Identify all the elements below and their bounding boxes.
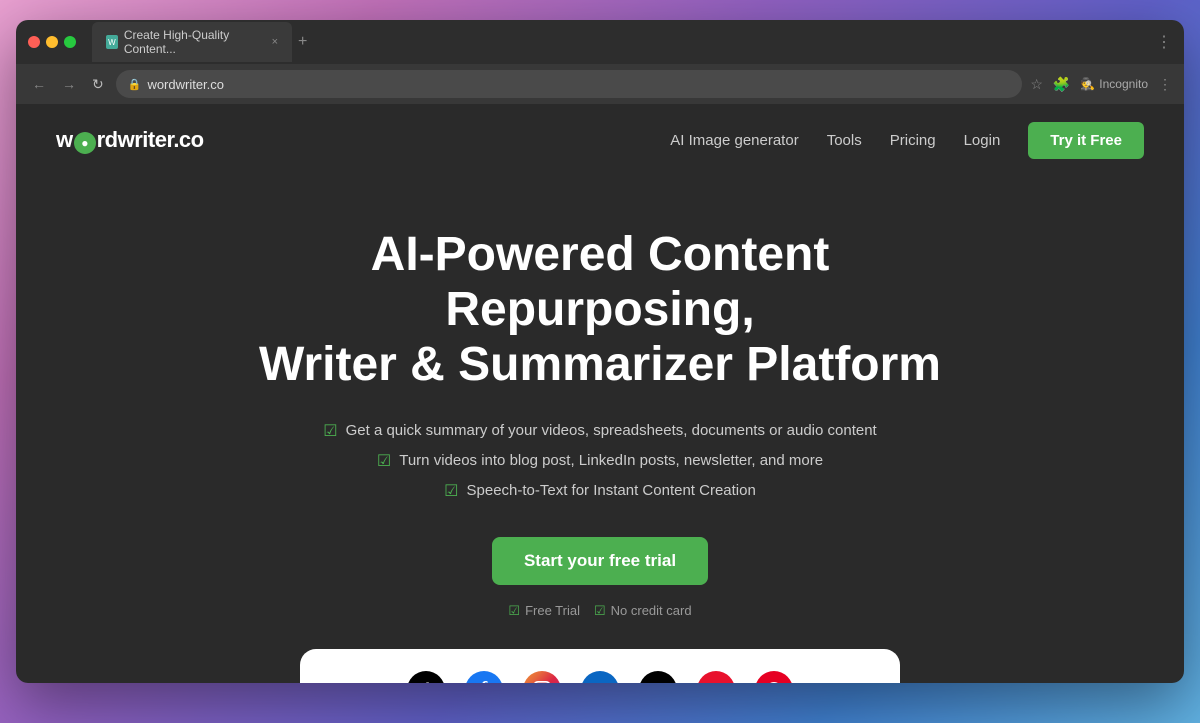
check-icon-1: ☑ <box>323 421 337 441</box>
check-icon-3: ☑ <box>444 481 458 501</box>
nav-link-ai-image[interactable]: AI Image generator <box>670 132 798 149</box>
feature-item-3: ☑ Speech-to-Text for Instant Content Cre… <box>56 481 1144 501</box>
traffic-lights <box>28 36 76 48</box>
preview-card: f in S <box>300 649 900 683</box>
cta-footnote: ☑ Free Trial ☑ No credit card <box>56 603 1144 619</box>
incognito-badge: 🕵 Incognito <box>1080 77 1148 91</box>
twitter-x-icon <box>639 671 677 683</box>
cta-area: Start your free trial <box>56 537 1144 603</box>
footnote-check-2: ☑ <box>594 603 606 619</box>
incognito-icon: 🕵 <box>1080 77 1095 91</box>
url-text: wordwriter.co <box>147 77 224 92</box>
footnote-check-1: ☑ <box>508 603 520 619</box>
hero-features-list: ☑ Get a quick summary of your videos, sp… <box>56 421 1144 501</box>
bookmark-icon[interactable]: ☆ <box>1030 76 1043 93</box>
minimize-button[interactable] <box>46 36 58 48</box>
extensions-icon[interactable]: 🧩 <box>1053 76 1070 93</box>
tab-close-icon[interactable]: × <box>272 36 278 48</box>
instagram-icon <box>523 671 561 683</box>
hero-title-line2: Writer & Summarizer Platform <box>259 338 941 391</box>
site-logo[interactable]: w●rdwriter.co <box>56 127 204 154</box>
nav-link-tools[interactable]: Tools <box>827 132 862 149</box>
browser-toolbar: ← → ↻ 🔒 wordwriter.co ☆ 🧩 🕵 Incognito ⋮ <box>16 64 1184 104</box>
reload-button[interactable]: ↻ <box>88 72 108 97</box>
tiktok-icon <box>407 671 445 683</box>
feature-text-1: Get a quick summary of your videos, spre… <box>346 422 877 439</box>
nav-link-pricing[interactable]: Pricing <box>890 132 936 149</box>
toolbar-actions: ☆ 🧩 🕵 Incognito ⋮ <box>1030 76 1172 93</box>
menu-icon[interactable]: ⋮ <box>1158 76 1172 93</box>
logo-w: w <box>56 127 73 152</box>
address-bar[interactable]: 🔒 wordwriter.co <box>116 70 1023 98</box>
maximize-button[interactable] <box>64 36 76 48</box>
new-tab-button[interactable]: + <box>298 33 307 51</box>
hero-section: AI-Powered Content Repurposing, Writer &… <box>16 177 1184 683</box>
tab-bar: W Create High-Quality Content... × + <box>92 22 1148 62</box>
scribd-icon: S <box>697 671 735 683</box>
tab-title: Create High-Quality Content... <box>124 28 260 56</box>
feature-item-2: ☑ Turn videos into blog post, LinkedIn p… <box>56 451 1144 471</box>
footnote-free-trial: ☑ Free Trial <box>508 603 580 619</box>
pinterest-icon <box>755 671 793 683</box>
back-button[interactable]: ← <box>28 72 50 96</box>
close-button[interactable] <box>28 36 40 48</box>
nav-link-login[interactable]: Login <box>964 132 1001 149</box>
tab-favicon: W <box>106 35 118 49</box>
hero-title: AI-Powered Content Repurposing, Writer &… <box>250 227 950 393</box>
try-free-button[interactable]: Try it Free <box>1028 122 1144 159</box>
feature-item-1: ☑ Get a quick summary of your videos, sp… <box>56 421 1144 441</box>
linkedin-icon: in <box>581 671 619 683</box>
logo-icon: ● <box>74 132 96 154</box>
start-free-trial-button[interactable]: Start your free trial <box>492 537 708 585</box>
footnote-no-credit: ☑ No credit card <box>594 603 692 619</box>
website-content: w●rdwriter.co AI Image generator Tools P… <box>16 104 1184 683</box>
check-icon-2: ☑ <box>377 451 391 471</box>
social-icons-row: f in S <box>300 649 900 683</box>
incognito-label: Incognito <box>1099 77 1148 91</box>
facebook-icon: f <box>465 671 503 683</box>
logo-rest: rdwriter.co <box>97 127 204 152</box>
feature-text-3: Speech-to-Text for Instant Content Creat… <box>467 482 756 499</box>
forward-button[interactable]: → <box>58 72 80 96</box>
lock-icon: 🔒 <box>128 78 142 91</box>
feature-text-2: Turn videos into blog post, LinkedIn pos… <box>399 452 823 469</box>
window-controls: ⋮ <box>1156 32 1172 52</box>
browser-titlebar: W Create High-Quality Content... × + ⋮ <box>16 20 1184 64</box>
site-nav: w●rdwriter.co AI Image generator Tools P… <box>16 104 1184 177</box>
browser-tab-active[interactable]: W Create High-Quality Content... × <box>92 22 292 62</box>
hero-title-line1: AI-Powered Content Repurposing, <box>371 228 830 336</box>
nav-links: AI Image generator Tools Pricing Login T… <box>670 122 1144 159</box>
browser-window: W Create High-Quality Content... × + ⋮ ←… <box>16 20 1184 683</box>
